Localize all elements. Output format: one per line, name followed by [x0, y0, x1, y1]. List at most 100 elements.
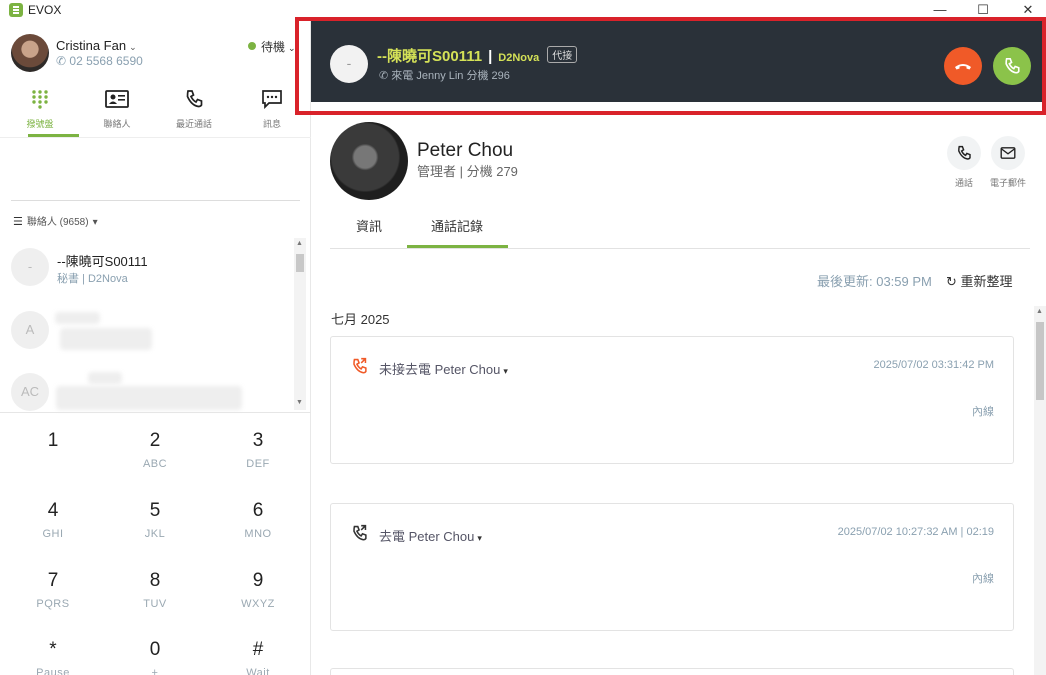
dialpad-key-letters: GHI [42, 528, 64, 540]
tab-messages[interactable]: 訊息 [233, 86, 311, 138]
tab-recent-calls[interactable]: 最近通話 [155, 86, 233, 138]
dialpad-key[interactable]: 4 GHI [13, 500, 93, 560]
dialpad-key[interactable]: 6 MNO [218, 500, 298, 560]
dialpad-key[interactable]: 7 PQRS [13, 570, 93, 630]
tab-dialpad-label: 撥號盤 [26, 119, 54, 129]
list-item[interactable]: A [0, 302, 290, 360]
dialpad-key-digit: 4 [47, 500, 59, 521]
hangup-icon [955, 64, 971, 70]
contact-detail-role: 管理者 | 分機 279 [417, 164, 518, 179]
pickup-badge: 代接 [547, 46, 578, 63]
dialpad-key[interactable]: * Pause [13, 639, 93, 675]
tab-messages-label: 訊息 [262, 119, 281, 129]
dialpad-key[interactable]: 0 + [115, 639, 195, 675]
evox-logo-icon [9, 3, 23, 17]
scroll-thumb[interactable] [296, 254, 304, 272]
call-record-time: 2025/07/02 10:27:32 AM | 02:19 [837, 526, 994, 538]
call-record-title[interactable]: 未接去電 Peter Chou ▾ [379, 359, 508, 378]
search-underline[interactable] [11, 200, 300, 201]
minimize-button[interactable]: — [920, 0, 960, 20]
call-record-card[interactable] [330, 668, 1014, 675]
hangup-button[interactable] [944, 47, 982, 85]
dialpad-key-digit: 3 [252, 430, 264, 451]
dialpad-key[interactable]: 5 JKL [115, 500, 195, 560]
scroll-up-icon[interactable]: ▲ [296, 240, 303, 247]
scroll-down-icon[interactable]: ▼ [296, 399, 303, 406]
scroll-thumb[interactable] [1036, 322, 1044, 400]
contacts-sort-header[interactable]: ☰ 聯絡人 (9658) ▾ [13, 213, 98, 228]
dialpad-key[interactable]: # Wait [218, 639, 298, 675]
dialpad-key-digit: 2 [149, 430, 161, 451]
caller-info: --陳曉可S00111 | D2Nova 代接 [377, 45, 578, 66]
tab-contacts[interactable]: 聯絡人 [78, 86, 156, 138]
call-record-type: 內線 [972, 573, 994, 585]
contact-avatar: - [11, 248, 49, 286]
dialpad-key-digit: 6 [252, 500, 264, 521]
call-record-card[interactable]: 未接去電 Peter Chou ▾ 2025/07/02 03:31:42 PM … [330, 336, 1014, 464]
contact-name: --陳曉可S00111 [57, 254, 148, 269]
user-phone-number: 02 5568 6590 [69, 54, 143, 68]
list-item[interactable]: AC [0, 364, 290, 422]
tab-dialpad[interactable]: 撥號盤 [1, 86, 79, 138]
dialpad-key-letters: Wait [246, 667, 270, 675]
user-menu[interactable]: Cristina Fan ⌄ [56, 38, 137, 53]
phone-icon [958, 145, 971, 160]
caller-avatar: - [330, 45, 368, 83]
tab-recent-calls-label: 最近通話 [175, 119, 212, 129]
call-record-card[interactable]: 去電 Peter Chou ▾ 2025/07/02 10:27:32 AM | … [330, 503, 1014, 631]
dialpad-key[interactable]: 3 DEF [218, 430, 298, 490]
status-dot-icon [248, 42, 256, 50]
caret-down-icon: ▾ [477, 533, 482, 543]
redacted-text [60, 328, 152, 350]
chevron-down-icon: ⌄ [129, 42, 137, 52]
tab-info[interactable]: 資訊 [356, 216, 382, 235]
scroll-up-icon[interactable]: ▲ [1036, 308, 1043, 315]
dialpad-key-letters: ABC [142, 458, 168, 470]
user-avatar[interactable] [11, 34, 49, 72]
call-record-type: 內線 [972, 406, 994, 418]
divider [0, 137, 311, 138]
dialpad-key-letters: WXYZ [241, 598, 275, 610]
list-item[interactable]: - --陳曉可S00111 秘書 | D2Nova [0, 239, 290, 297]
call-record-title-text: 未接去電 Peter Chou [379, 362, 501, 377]
call-contact-button[interactable] [947, 136, 981, 170]
close-button[interactable]: ✕ [1008, 0, 1046, 20]
history-scrollbar[interactable]: ▲ [1034, 306, 1046, 675]
tab-call-history[interactable]: 通話記錄 [431, 216, 483, 235]
contact-detail-name: Peter Chou [417, 140, 514, 161]
redacted-text [56, 386, 242, 410]
divider [330, 248, 1030, 249]
contact-card-icon [78, 89, 156, 113]
caller-subtitle: ✆ 來電 Jenny Lin 分機 296 [379, 67, 510, 83]
title-bar: EVOX — ☐ ✕ [0, 0, 1046, 20]
dialpad-key[interactable]: 2 ABC [115, 430, 195, 490]
main-nav: 撥號盤 聯絡人 最近通話 訊息 [0, 86, 311, 138]
sort-icon: ☰ [13, 216, 23, 228]
refresh-icon: ↻ [946, 274, 957, 289]
contact-avatar: AC [11, 373, 49, 411]
dialpad-key-digit: 5 [149, 500, 161, 521]
dialpad-key[interactable]: 9 WXYZ [218, 570, 298, 630]
caret-down-icon: ▾ [92, 217, 98, 228]
dialpad-key[interactable]: 1 [13, 430, 93, 490]
chevron-down-icon: ⌄ [288, 43, 296, 53]
maximize-button[interactable]: ☐ [963, 0, 1003, 20]
dialpad-key-digit: 8 [149, 570, 161, 591]
email-contact-button[interactable] [991, 136, 1025, 170]
answer-button[interactable] [993, 47, 1031, 85]
dialpad-key-digit: 7 [47, 570, 59, 591]
missed-outgoing-call-icon [351, 357, 368, 378]
dialpad-key-letters: TUV [143, 598, 167, 610]
caller-company: D2Nova [498, 52, 540, 64]
refresh-button[interactable]: ↻ 重新整理 [946, 271, 1013, 290]
message-icon [233, 89, 311, 113]
call-record-title-text: 去電 Peter Chou [379, 529, 475, 544]
contacts-scrollbar[interactable]: ▲ ▼ [294, 238, 306, 410]
call-record-title[interactable]: 去電 Peter Chou ▾ [379, 526, 482, 545]
incoming-call-icon: ✆ [379, 70, 389, 82]
dialpad-key-letters: JKL [144, 528, 166, 540]
mail-icon [1000, 147, 1016, 159]
dialpad-key-letters: MNO [244, 528, 272, 540]
status-selector[interactable]: 待機 ⌄ [248, 38, 296, 55]
dialpad-key[interactable]: 8 TUV [115, 570, 195, 630]
